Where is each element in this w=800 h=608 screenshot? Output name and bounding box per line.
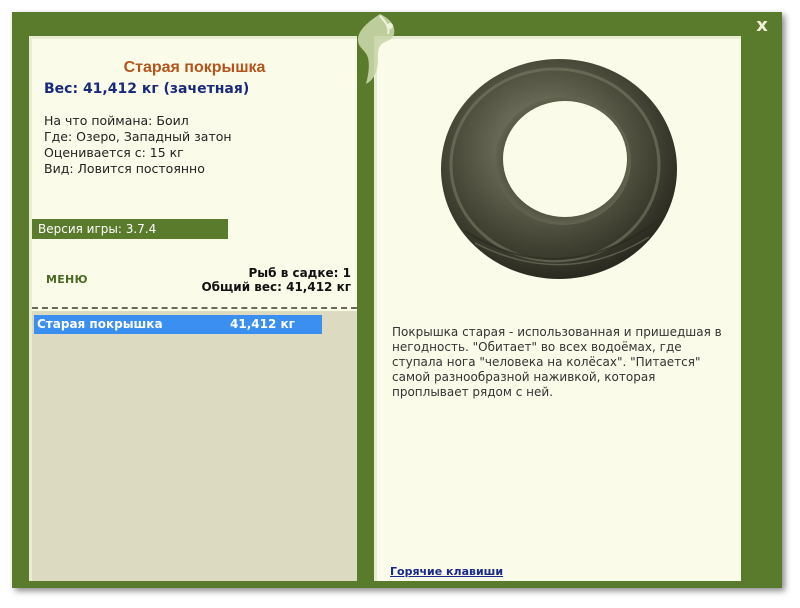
- hotkeys-link[interactable]: Горячие клавиши: [390, 565, 503, 578]
- catch-list: Старая покрышка 41,412 кг: [32, 311, 357, 581]
- kind-info: Вид: Ловится постоянно: [44, 161, 205, 176]
- divider: [32, 307, 357, 309]
- list-item-name: Старая покрышка: [37, 317, 163, 331]
- bait-info: На что поймана: Боил: [44, 113, 189, 128]
- close-icon: x: [756, 15, 768, 36]
- fish-info-window: x Старая покрышка Вес: 41,412 кг (зачетн…: [12, 12, 782, 588]
- tire-image: [441, 59, 677, 279]
- location-info: Где: Озеро, Западный затон: [44, 129, 232, 144]
- value-info: Оценивается с: 15 кг: [44, 145, 184, 160]
- catch-count: Рыб в садке: 1: [248, 266, 352, 280]
- close-button[interactable]: x: [752, 16, 772, 36]
- left-panel: Старая покрышка Вес: 41,412 кг (зачетная…: [29, 36, 357, 581]
- fish-weight: Вес: 41,412 кг (зачетная): [44, 81, 250, 97]
- menu-button[interactable]: МЕНЮ: [46, 273, 88, 286]
- list-item-weight: 41,412 кг: [230, 317, 295, 331]
- version-label: Версия игры: 3.7.4: [32, 219, 228, 239]
- right-panel: Покрышка старая - использованная и прише…: [374, 36, 741, 581]
- fish-title: Старая покрышка: [123, 59, 266, 76]
- leaf-emblem-icon: [358, 14, 395, 84]
- list-item[interactable]: Старая покрышка 41,412 кг: [34, 315, 322, 334]
- catch-total-weight: Общий вес: 41,412 кг: [201, 280, 351, 294]
- fish-description: Покрышка старая - использованная и прише…: [392, 325, 722, 399]
